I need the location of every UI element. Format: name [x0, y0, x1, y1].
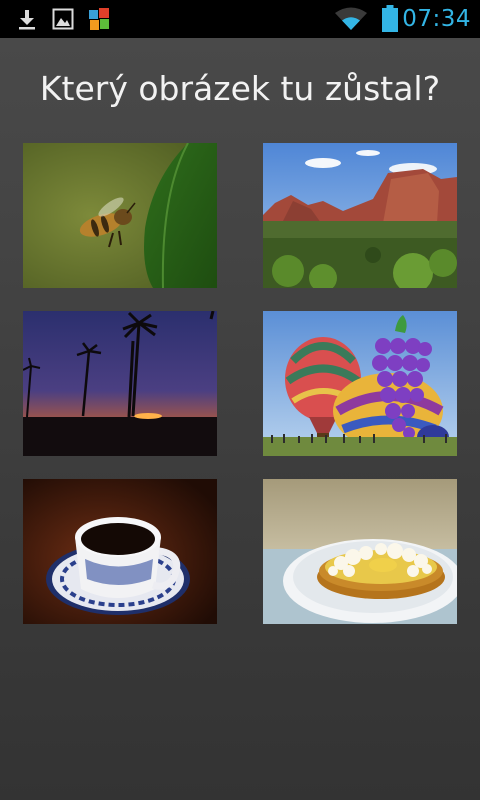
image-choice-coffee[interactable] — [23, 479, 217, 624]
battery-icon — [382, 5, 398, 32]
gallery-icon — [52, 8, 74, 30]
image-choice-tart[interactable] — [263, 479, 457, 624]
download-icon — [19, 10, 35, 30]
hot-air-balloons-photo — [263, 311, 457, 456]
meringue-tart-photo — [263, 479, 457, 624]
app-notification-icon — [89, 8, 109, 30]
coffee-cup-photo — [23, 479, 217, 624]
image-choice-palms[interactable] — [23, 311, 217, 456]
red-rock-canyon-photo — [263, 143, 457, 288]
image-choice-canyon[interactable] — [263, 143, 457, 288]
palm-sunset-photo — [23, 311, 217, 456]
page-title: Který obrázek tu zůstal? — [39, 69, 441, 108]
status-time: 07:34 — [402, 6, 471, 32]
image-choice-balloons[interactable] — [263, 311, 457, 456]
bee-on-leaf-photo — [23, 143, 217, 288]
wifi-icon — [335, 7, 367, 30]
image-choice-bee[interactable] — [23, 143, 217, 288]
status-bar: 07:34 — [0, 0, 480, 38]
